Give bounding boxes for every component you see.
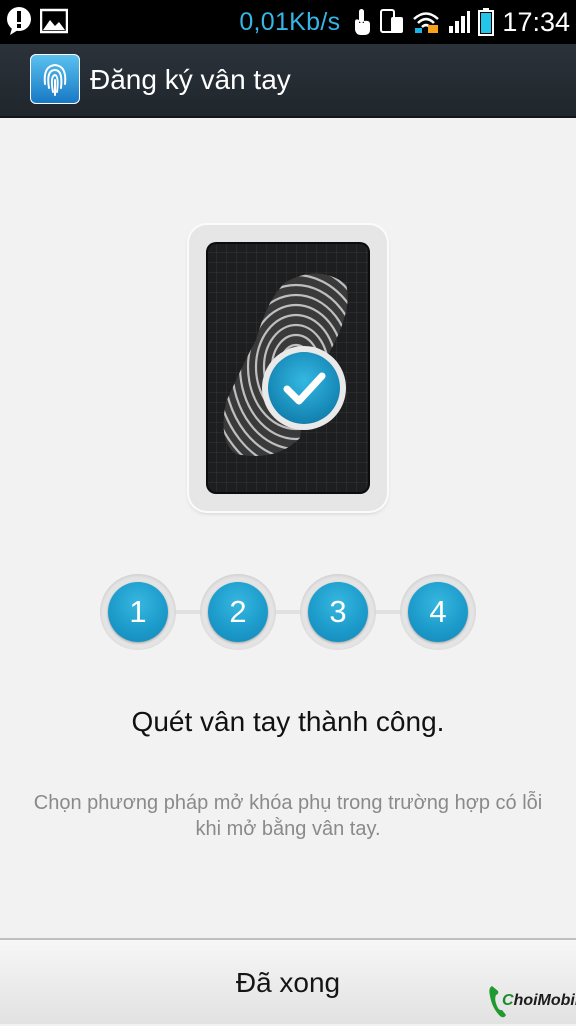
step-indicator: 1 2 3 4 bbox=[100, 574, 476, 650]
step-1: 1 bbox=[100, 574, 176, 650]
status-left-icons bbox=[6, 6, 68, 36]
step-4: 4 bbox=[400, 574, 476, 650]
status-clock: 17:34 bbox=[502, 6, 570, 37]
signal-icon bbox=[449, 11, 471, 33]
wifi-icon bbox=[413, 12, 440, 33]
step-3-label: 3 bbox=[308, 582, 368, 642]
phone-illustration bbox=[189, 225, 387, 511]
step-4-label: 4 bbox=[408, 582, 468, 642]
touch-icon bbox=[355, 9, 371, 35]
battery-icon bbox=[478, 8, 495, 36]
fingerprint-app-icon[interactable] bbox=[30, 54, 80, 104]
step-1-label: 1 bbox=[108, 582, 168, 642]
status-bar: 0,01Kb/s 17:34 bbox=[0, 0, 576, 44]
fingerprint-icon bbox=[30, 54, 80, 104]
status-right: 0,01Kb/s 17:34 bbox=[239, 0, 570, 44]
checkmark-icon bbox=[262, 346, 346, 430]
network-speed: 0,01Kb/s bbox=[239, 7, 341, 36]
watermark-rest: hoiMobile bbox=[513, 992, 576, 1009]
step-3: 3 bbox=[300, 574, 376, 650]
step-2: 2 bbox=[200, 574, 276, 650]
watermark-text: ChoiMobile bbox=[502, 992, 576, 1010]
alert-icon bbox=[7, 7, 31, 35]
screen-mirror-icon bbox=[380, 9, 404, 33]
page-title: Đăng ký vân tay bbox=[90, 64, 291, 95]
action-bar: Đăng ký vân tay bbox=[0, 44, 576, 118]
hint-text: Chọn phương pháp mở khóa phụ trong trườn… bbox=[33, 792, 543, 840]
watermark-c: C bbox=[502, 992, 514, 1009]
watermark-logo: ChoiMobile bbox=[488, 982, 576, 1020]
image-notification-icon bbox=[40, 8, 68, 34]
step-connector bbox=[130, 610, 446, 614]
success-message: Quét vân tay thành công. bbox=[131, 706, 445, 737]
step-2-label: 2 bbox=[208, 582, 268, 642]
fingerprint-scan-screen bbox=[206, 242, 370, 494]
